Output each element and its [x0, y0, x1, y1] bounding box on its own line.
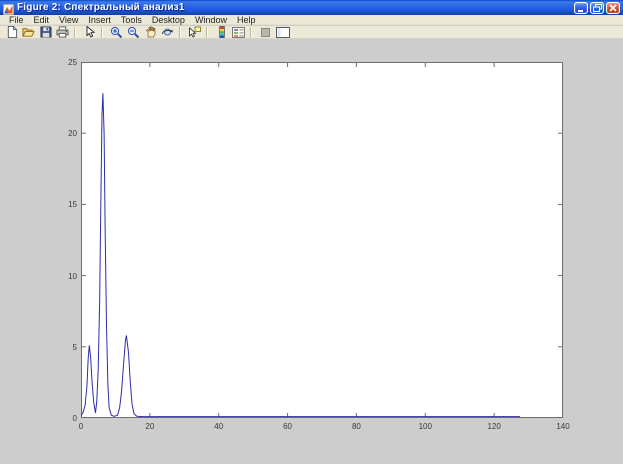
legend-icon: [232, 27, 245, 38]
figure-window: Figure 2: Спектральный анализ1 File: [0, 0, 623, 464]
menu-tools[interactable]: Tools: [116, 15, 147, 25]
data-cursor-icon: [188, 26, 201, 38]
menu-edit[interactable]: Edit: [29, 15, 55, 25]
titlebar[interactable]: Figure 2: Спектральный анализ1: [0, 0, 623, 15]
rotate-3d-icon: [161, 26, 174, 38]
x-tick-label: 140: [551, 422, 575, 431]
window-controls: [574, 2, 620, 14]
edit-arrow-icon: [84, 26, 95, 38]
save-floppy-icon: [40, 26, 52, 38]
rotate-3d-button[interactable]: [159, 26, 176, 39]
zoom-in-icon: [110, 26, 123, 39]
insert-legend-button[interactable]: [230, 26, 247, 39]
toolbar-separator: [74, 27, 79, 38]
x-tick-label: 100: [413, 422, 437, 431]
menu-desktop[interactable]: Desktop: [147, 15, 190, 25]
x-tick-label: 80: [344, 422, 368, 431]
x-tick-label: 40: [207, 422, 231, 431]
minimize-icon: [577, 4, 585, 12]
show-plot-tools-button[interactable]: [274, 26, 291, 39]
hide-plot-tools-button[interactable]: [257, 26, 274, 39]
y-tick-label: 0: [53, 414, 77, 423]
y-tick-label: 10: [53, 272, 77, 281]
y-tick-label: 25: [53, 58, 77, 67]
zoom-out-icon: [127, 26, 140, 39]
figure-toolbar: [0, 26, 623, 39]
menu-insert[interactable]: Insert: [83, 15, 116, 25]
x-tick-label: 120: [482, 422, 506, 431]
new-figure-button[interactable]: [3, 26, 20, 39]
axes-background: [81, 62, 563, 418]
menu-file[interactable]: File: [4, 15, 29, 25]
new-document-icon: [6, 26, 18, 38]
matlab-figure-icon: [3, 2, 14, 13]
close-button[interactable]: [606, 2, 620, 14]
toolbar-separator: [101, 27, 106, 38]
menu-view[interactable]: View: [54, 15, 83, 25]
y-tick-label: 20: [53, 129, 77, 138]
hide-plot-tools-icon: [260, 27, 271, 38]
toolbar-separator: [250, 27, 255, 38]
open-folder-icon: [22, 26, 35, 38]
x-tick-label: 60: [276, 422, 300, 431]
colorbar-icon: [217, 26, 227, 38]
y-tick-label: 5: [53, 343, 77, 352]
toolbar-separator: [206, 27, 211, 38]
insert-colorbar-button[interactable]: [213, 26, 230, 39]
show-plot-tools-icon: [276, 27, 290, 38]
menu-help[interactable]: Help: [232, 15, 261, 25]
minimize-button[interactable]: [574, 2, 588, 14]
zoom-out-button[interactable]: [125, 26, 142, 39]
zoom-in-button[interactable]: [108, 26, 125, 39]
x-tick-label: 20: [138, 422, 162, 431]
window-title: Figure 2: Спектральный анализ1: [17, 1, 574, 15]
edit-plot-button[interactable]: [81, 26, 98, 39]
axes-plot[interactable]: [81, 62, 563, 418]
figure-canvas: 0 20 40 60 80 100 120 140 0 5 10 15 20 25: [0, 40, 623, 464]
close-icon: [609, 4, 617, 12]
open-file-button[interactable]: [20, 26, 37, 39]
printer-icon: [56, 26, 69, 38]
save-figure-button[interactable]: [37, 26, 54, 39]
toolbar-separator: [179, 27, 184, 38]
print-figure-button[interactable]: [54, 26, 71, 39]
y-tick-label: 15: [53, 200, 77, 209]
menu-window[interactable]: Window: [190, 15, 232, 25]
pan-hand-icon: [145, 26, 157, 38]
data-cursor-button[interactable]: [186, 26, 203, 39]
restore-icon: [593, 4, 602, 12]
pan-button[interactable]: [142, 26, 159, 39]
x-tick-label: 0: [69, 422, 93, 431]
restore-button[interactable]: [590, 2, 604, 14]
menubar: File Edit View Insert Tools Desktop Wind…: [0, 15, 623, 25]
